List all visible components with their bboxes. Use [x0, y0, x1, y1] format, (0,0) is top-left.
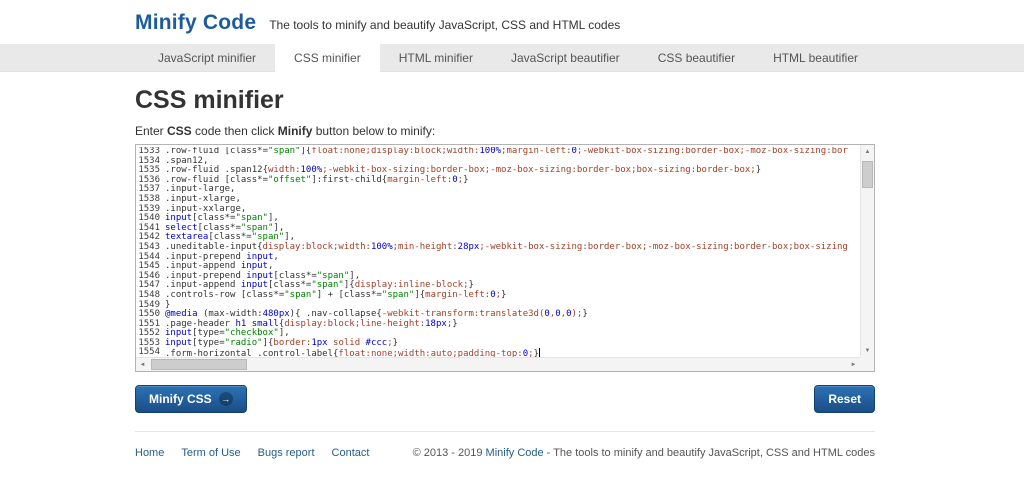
code-text: input[type="radio"]{border:1px solid #cc… [165, 339, 398, 349]
tab-html-minifier[interactable]: HTML minifier [380, 44, 492, 72]
code-text: .form-horizontal .control-label{float:no… [165, 348, 540, 357]
page-title: CSS minifier [135, 86, 875, 115]
instruction-post: button below to minify: [312, 124, 435, 138]
copyright-post: - The tools to minify and beautify JavaS… [544, 447, 875, 459]
scroll-right-arrow-icon[interactable]: ► [847, 358, 860, 371]
horizontal-scroll-thumb[interactable] [151, 359, 247, 370]
instruction-pre: Enter [135, 124, 167, 138]
arrow-right-icon: → [219, 392, 233, 406]
site-header: Minify Code The tools to minify and beau… [0, 0, 1024, 44]
code-line: 1536.row-fluid [class*="offset"]:first-c… [136, 176, 860, 186]
vertical-scroll-thumb[interactable] [862, 161, 873, 188]
scroll-up-arrow-icon[interactable]: ▲ [861, 145, 874, 158]
horizontal-scrollbar[interactable]: ◄ ► [136, 357, 860, 371]
site-footer: Home Term of Use Bugs report Contact © 2013… [135, 431, 875, 461]
tab-html-beautifier[interactable]: HTML beautifier [754, 44, 877, 72]
code-line: 1537.input-large, [136, 185, 860, 195]
scrollbar-corner [860, 357, 874, 371]
main-nav: JavaScript minifierCSS minifierHTML mini… [0, 44, 1024, 72]
code-line: 1533.row-fluid [class*="span"]{float:non… [136, 147, 860, 157]
site-tagline: The tools to minify and beautify JavaScr… [269, 18, 620, 32]
code-line: 1553input[type="radio"]{border:1px solid… [136, 339, 860, 349]
code-text: .row-fluid [class*="span"]{float:none;di… [165, 147, 848, 157]
code-line: 1554 .form-horizontal .control-label{floa… [136, 348, 860, 357]
main-content: CSS minifier Enter CSS code then click M… [135, 72, 875, 461]
site-logo[interactable]: Minify Code [135, 11, 256, 35]
reset-button[interactable]: Reset [814, 385, 875, 413]
scroll-left-arrow-icon[interactable]: ◄ [136, 358, 149, 371]
instruction-minify: Minify [278, 124, 313, 138]
nav-tabs: JavaScript minifierCSS minifierHTML mini… [135, 44, 875, 72]
footer-link-bugs-report[interactable]: Bugs report [258, 447, 315, 459]
instruction-text: Enter CSS code then click Minify button … [135, 124, 875, 138]
text-caret [539, 348, 540, 357]
code-text: .controls-row [class*="span"] + [class*=… [165, 291, 506, 301]
tab-javascript-beautifier[interactable]: JavaScript beautifier [492, 44, 639, 72]
instruction-mid: code then click [192, 124, 278, 138]
scroll-down-arrow-icon[interactable]: ▼ [861, 344, 874, 357]
line-number: 1554 [136, 348, 160, 357]
tab-css-beautifier[interactable]: CSS beautifier [639, 44, 754, 72]
footer-links: Home Term of Use Bugs report Contact [135, 443, 386, 461]
tab-javascript-minifier[interactable]: JavaScript minifier [139, 44, 275, 72]
copyright: © 2013 - 2019 Minify Code - The tools to… [413, 447, 875, 459]
vertical-scrollbar[interactable]: ▲ ▼ [860, 145, 874, 357]
footer-link-term-of-use[interactable]: Term of Use [181, 447, 240, 459]
footer-link-contact[interactable]: Contact [332, 447, 370, 459]
minify-css-button[interactable]: Minify CSS → [135, 385, 247, 413]
minify-css-button-label: Minify CSS [149, 392, 212, 406]
code-lines[interactable]: 1533.row-fluid [class*="span"]{float:non… [136, 147, 860, 357]
code-line: 1548.controls-row [class*="span"] + [cla… [136, 291, 860, 301]
css-code-editor[interactable]: 1533.row-fluid [class*="span"]{float:non… [135, 144, 875, 372]
tab-css-minifier[interactable]: CSS minifier [275, 44, 380, 72]
footer-link-home[interactable]: Home [135, 447, 164, 459]
copyright-pre: © 2013 - 2019 [413, 447, 486, 459]
copyright-minify-code-link[interactable]: Minify Code [486, 447, 544, 459]
instruction-css: CSS [167, 124, 192, 138]
button-row: Minify CSS → Reset [135, 385, 875, 413]
